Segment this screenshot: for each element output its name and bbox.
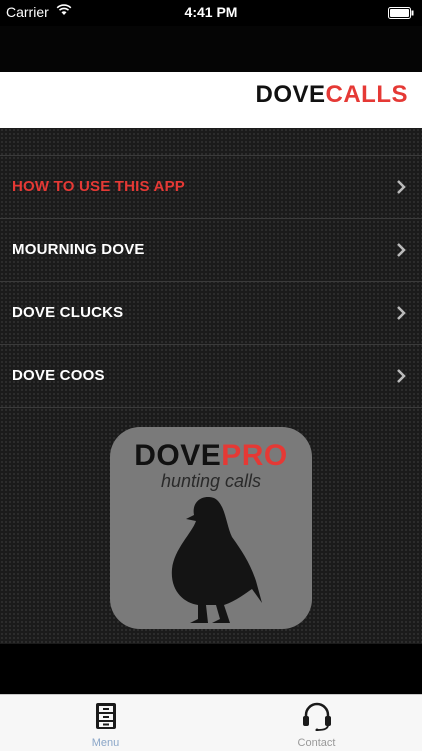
menu-item-label: DOVE CLUCKS xyxy=(12,304,124,321)
dove-silhouette-icon xyxy=(168,493,264,629)
cabinet-icon xyxy=(0,701,211,736)
main-content: HOW TO USE THIS APP MOURNING DOVE DOVE C… xyxy=(0,128,422,644)
app-logo: DOVECALLS xyxy=(255,81,408,109)
tab-bar: Menu Contact xyxy=(0,694,422,751)
menu-item-dove-clucks[interactable]: DOVE CLUCKS xyxy=(0,282,422,345)
chevron-right-icon xyxy=(396,243,406,262)
chevron-right-icon xyxy=(396,180,406,199)
menu-item-label: HOW TO USE THIS APP xyxy=(12,178,185,195)
nav-bar xyxy=(0,26,422,72)
menu-item-dove-coos[interactable]: DOVE COOS xyxy=(0,345,422,408)
status-bar: Carrier 4:41 PM xyxy=(0,0,422,26)
chevron-right-icon xyxy=(396,369,406,388)
menu-item-label: DOVE COOS xyxy=(12,367,105,384)
menu-item-mourning-dove[interactable]: MOURNING DOVE xyxy=(0,219,422,282)
brand-text-pro: PRO xyxy=(221,439,288,472)
tab-label: Contact xyxy=(297,737,336,749)
clock: 4:41 PM xyxy=(184,4,238,20)
tab-menu[interactable]: Menu xyxy=(0,695,211,751)
battery-icon xyxy=(388,6,414,22)
app-icon-brand: DOVEPRO xyxy=(110,439,312,473)
logo-text-calls: CALLS xyxy=(325,81,408,108)
app-icon-image: DOVEPRO hunting calls xyxy=(110,427,312,629)
menu-list: HOW TO USE THIS APP MOURNING DOVE DOVE C… xyxy=(0,155,422,408)
menu-item-how-to-use[interactable]: HOW TO USE THIS APP xyxy=(0,156,422,219)
brand-text-dove: DOVE xyxy=(134,439,222,472)
chevron-right-icon xyxy=(396,306,406,325)
menu-item-label: MOURNING DOVE xyxy=(12,241,145,258)
bottom-spacer xyxy=(0,644,422,694)
headset-icon xyxy=(211,701,422,736)
tab-contact[interactable]: Contact xyxy=(211,695,422,751)
logo-text-dove: DOVE xyxy=(255,81,326,108)
app-icon-subtitle: hunting calls xyxy=(160,471,262,491)
tab-label: Menu xyxy=(91,737,120,749)
app-header: DOVECALLS xyxy=(0,72,422,128)
